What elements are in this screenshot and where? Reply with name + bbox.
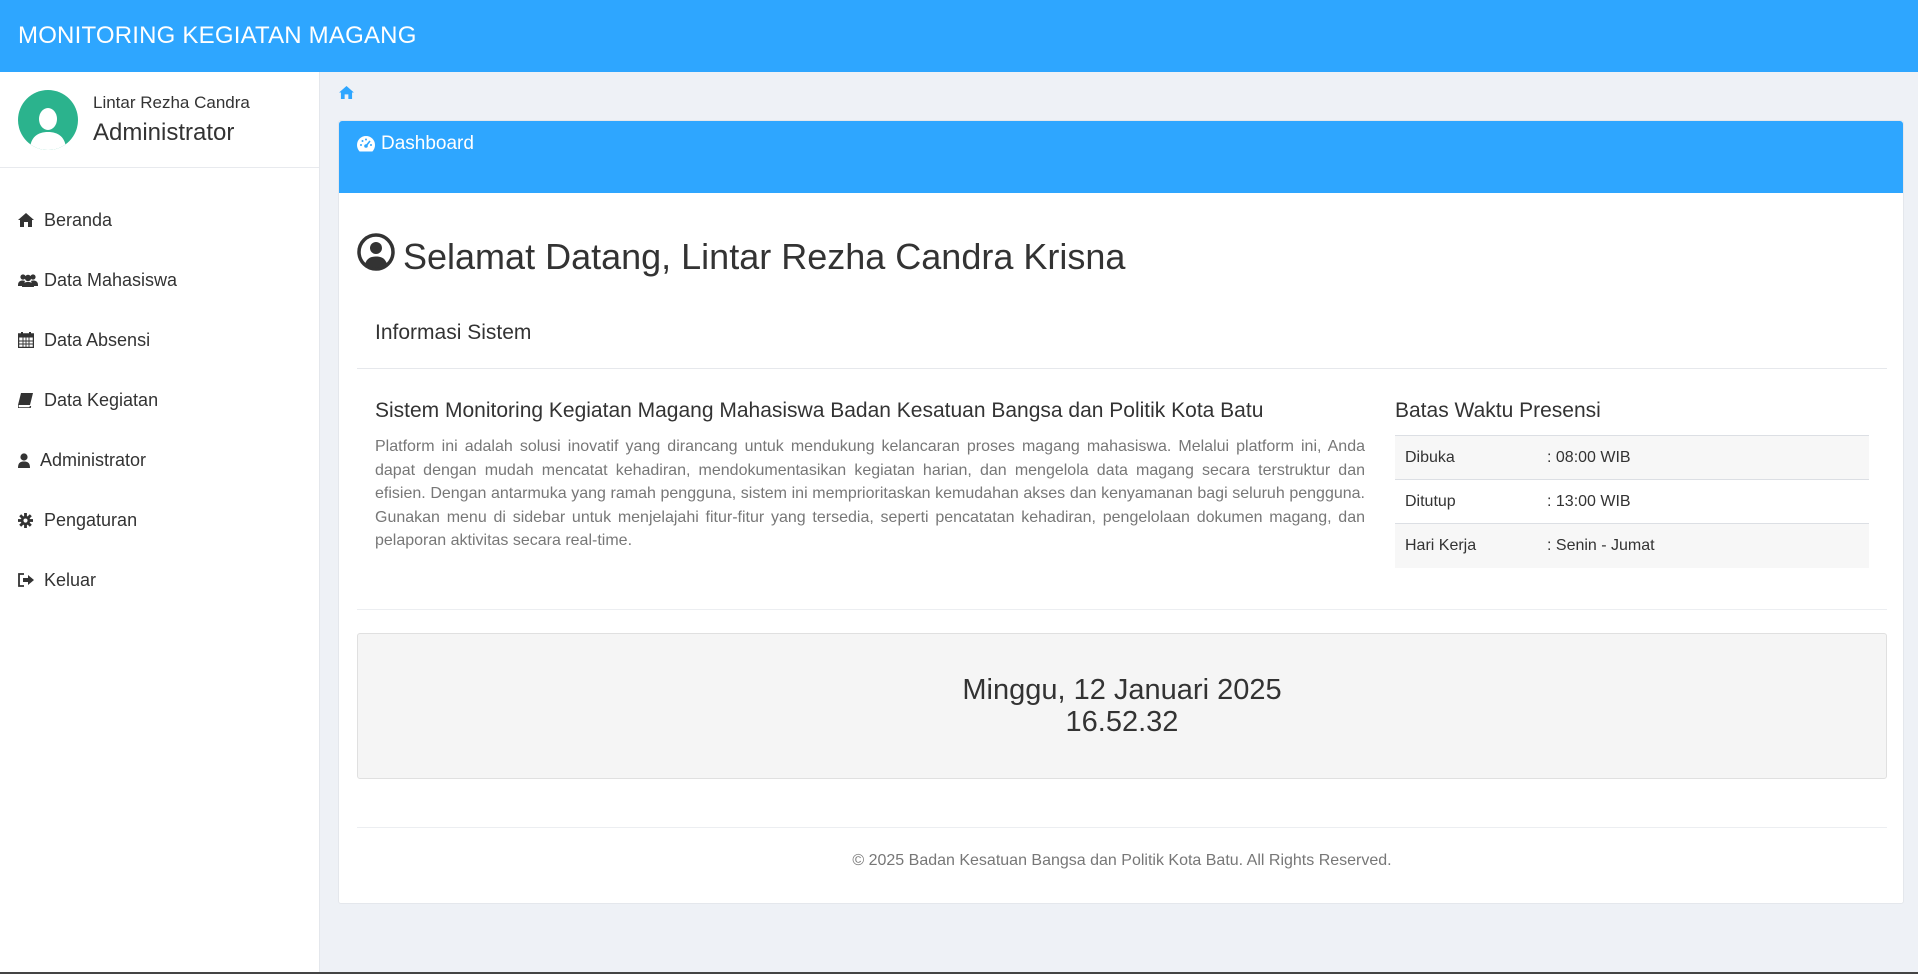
user-icon [18,452,36,468]
sign-out-icon [18,573,40,587]
table-row: Ditutup : 13:00 WIB [1395,479,1869,524]
user-circle-icon [357,233,395,280]
sidebar-item-label: Data Kegiatan [44,389,159,410]
dashboard-panel: Dashboard Selamat Datang, Lintar Rezha C… [338,120,1904,904]
gear-icon [18,512,40,528]
presensi-table: Dibuka : 08:00 WIB Ditutup : 13:00 WIB H… [1395,435,1869,568]
sidebar-item-label: Keluar [44,569,97,590]
top-navbar: MONITORING KEGIATAN MAGANG [0,0,1918,72]
panel-title: Dashboard [381,133,474,154]
table-row: Dibuka : 08:00 WIB [1395,435,1869,480]
row-label: Dibuka [1395,435,1537,480]
system-description: Platform ini adalah solusi inovatif yang… [375,438,1365,549]
info-title: Informasi Sistem [375,321,532,344]
clock-box: Minggu, 12 Januari 2025 16.52.32 [357,633,1887,779]
row-value: : Senin - Jumat [1537,523,1869,568]
breadcrumb [339,86,354,104]
user-role: Administrator [93,118,235,146]
sidebar-item-administrator[interactable]: Administrator [0,430,319,490]
app-title[interactable]: MONITORING KEGIATAN MAGANG [18,22,417,50]
presensi-title: Batas Waktu Presensi [1395,399,1601,422]
welcome-text: Selamat Datang, Lintar Rezha Candra Kris… [403,235,1126,277]
avatar [18,89,78,150]
sidebar-item-label: Pengaturan [44,509,138,530]
footer-text: © 2025 Badan Kesatuan Bangsa dan Politik… [852,852,1392,869]
book-icon [18,392,40,408]
home-icon[interactable] [339,86,354,103]
row-value: : 08:00 WIB [1537,435,1869,480]
sidebar-item-label: Data Mahasiswa [44,269,178,290]
sidebar-menu: Beranda Data Mahasiswa Data Absensi Data… [0,168,319,610]
clock-date: Minggu, 12 Januari 2025 [962,674,1282,706]
system-title: Sistem Monitoring Kegiatan Magang Mahasi… [375,399,1264,422]
panel-header: Dashboard [339,121,1903,193]
sidebar-item-data-mahasiswa[interactable]: Data Mahasiswa [0,250,319,310]
home-icon [18,213,40,227]
sidebar-item-label: Beranda [44,209,113,230]
sidebar: Lintar Rezha Candra Administrator Berand… [0,72,320,974]
clock-time: 16.52.32 [1065,706,1179,738]
sidebar-item-label: Data Absensi [44,329,151,350]
sidebar-item-keluar[interactable]: Keluar [0,550,319,610]
calendar-icon [18,332,40,348]
divider [357,827,1887,828]
welcome-heading: Selamat Datang, Lintar Rezha Candra Kris… [357,233,1125,280]
sidebar-item-label: Administrator [40,449,147,470]
sidebar-item-pengaturan[interactable]: Pengaturan [0,490,319,550]
divider [357,368,1887,369]
users-icon [18,273,40,287]
user-silhouette-icon [30,107,66,150]
row-label: Hari Kerja [1395,523,1537,568]
sidebar-item-data-absensi[interactable]: Data Absensi [0,310,319,370]
table-row: Hari Kerja : Senin - Jumat [1395,523,1869,568]
sidebar-item-data-kegiatan[interactable]: Data Kegiatan [0,370,319,430]
user-name: Lintar Rezha Candra [93,92,250,112]
user-panel: Lintar Rezha Candra Administrator [0,72,319,168]
divider [357,609,1887,610]
dashboard-icon [357,136,375,158]
row-label: Ditutup [1395,479,1537,524]
main-content: Dashboard Selamat Datang, Lintar Rezha C… [321,72,1918,974]
sidebar-item-beranda[interactable]: Beranda [0,190,319,250]
row-value: : 13:00 WIB [1537,479,1869,524]
